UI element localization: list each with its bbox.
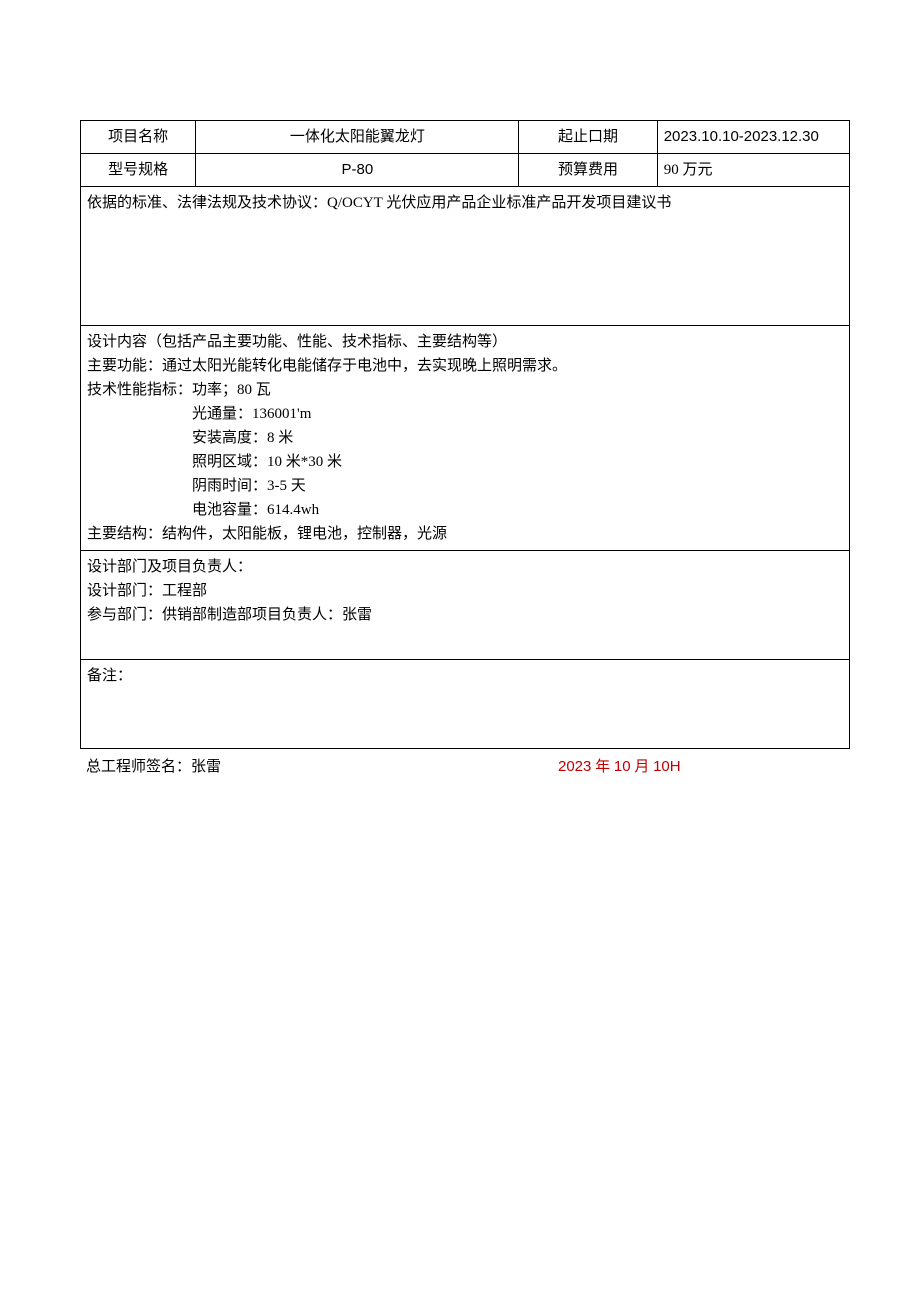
label-period: 起止口期: [519, 121, 657, 154]
design-cell: 设计内容（包括产品主要功能、性能、技术指标、主要结构等） 主要功能：通过太阳光能…: [81, 326, 850, 551]
label-budget: 预算费用: [519, 154, 657, 187]
row-basis: 依据的标准、法律法规及技术协议：Q/OCYT 光伏应用产品企业标准产品开发项目建…: [81, 187, 850, 326]
design-tech-label: 技术性能指标：功率；80 瓦: [87, 378, 843, 402]
row-project-name: 项目名称 一体化太阳能翼龙灯 起止口期 2023.10.10-2023.12.3…: [81, 121, 850, 154]
spec-rain: 阴雨时间：3-5 天: [87, 474, 843, 498]
label-model: 型号规格: [81, 154, 196, 187]
value-model: P-80: [196, 154, 519, 187]
design-main-function: 主要功能：通过太阳光能转化电能储存于电池中，去实现晚上照明需求。: [87, 354, 843, 378]
footer-signature: 总工程师签名：张雷: [80, 755, 378, 776]
label-project-name: 项目名称: [81, 121, 196, 154]
dept-design: 设计部门：工程部: [87, 579, 843, 603]
footer-date-year: 2023: [558, 758, 591, 775]
value-project-name: 一体化太阳能翼龙灯: [196, 121, 519, 154]
row-remark: 备注：: [81, 660, 850, 749]
value-period: 2023.10.10-2023.12.30: [657, 121, 849, 154]
basis-cell: 依据的标准、法律法规及技术协议：Q/OCYT 光伏应用产品企业标准产品开发项目建…: [81, 187, 850, 326]
footer-date-day: 10H: [653, 758, 681, 775]
footer-date-suffix1: 月: [631, 759, 654, 775]
basis-text: 依据的标准、法律法规及技术协议：Q/OCYT 光伏应用产品企业标准产品开发项目建…: [87, 195, 671, 211]
form-table: 项目名称 一体化太阳能翼龙灯 起止口期 2023.10.10-2023.12.3…: [80, 120, 850, 749]
footer-date-month: 10: [614, 758, 631, 775]
design-heading: 设计内容（包括产品主要功能、性能、技术指标、主要结构等）: [87, 330, 843, 354]
spec-flux: 光通量：136001'm: [87, 402, 843, 426]
footer-date: 2023 年 10 月 10H: [378, 755, 850, 776]
design-structure: 主要结构：结构件，太阳能板，锂电池，控制器，光源: [87, 522, 843, 546]
dept-heading: 设计部门及项目负责人：: [87, 555, 843, 579]
row-design-content: 设计内容（包括产品主要功能、性能、技术指标、主要结构等） 主要功能：通过太阳光能…: [81, 326, 850, 551]
value-budget: 90 万元: [657, 154, 849, 187]
spec-area: 照明区域：10 米*30 米: [87, 450, 843, 474]
footer: 总工程师签名：张雷 2023 年 10 月 10H: [80, 755, 850, 776]
row-dept: 设计部门及项目负责人： 设计部门：工程部 参与部门：供销部制造部项目负责人：张雷: [81, 551, 850, 660]
dept-participants: 参与部门：供销部制造部项目负责人：张雷: [87, 603, 843, 627]
dept-cell: 设计部门及项目负责人： 设计部门：工程部 参与部门：供销部制造部项目负责人：张雷: [81, 551, 850, 660]
row-model: 型号规格 P-80 预算费用 90 万元: [81, 154, 850, 187]
remark-label: 备注：: [87, 668, 132, 684]
spec-battery: 电池容量：614.4wh: [87, 498, 843, 522]
footer-date-mid: 年: [591, 759, 614, 775]
remark-cell: 备注：: [81, 660, 850, 749]
spec-height: 安装高度：8 米: [87, 426, 843, 450]
